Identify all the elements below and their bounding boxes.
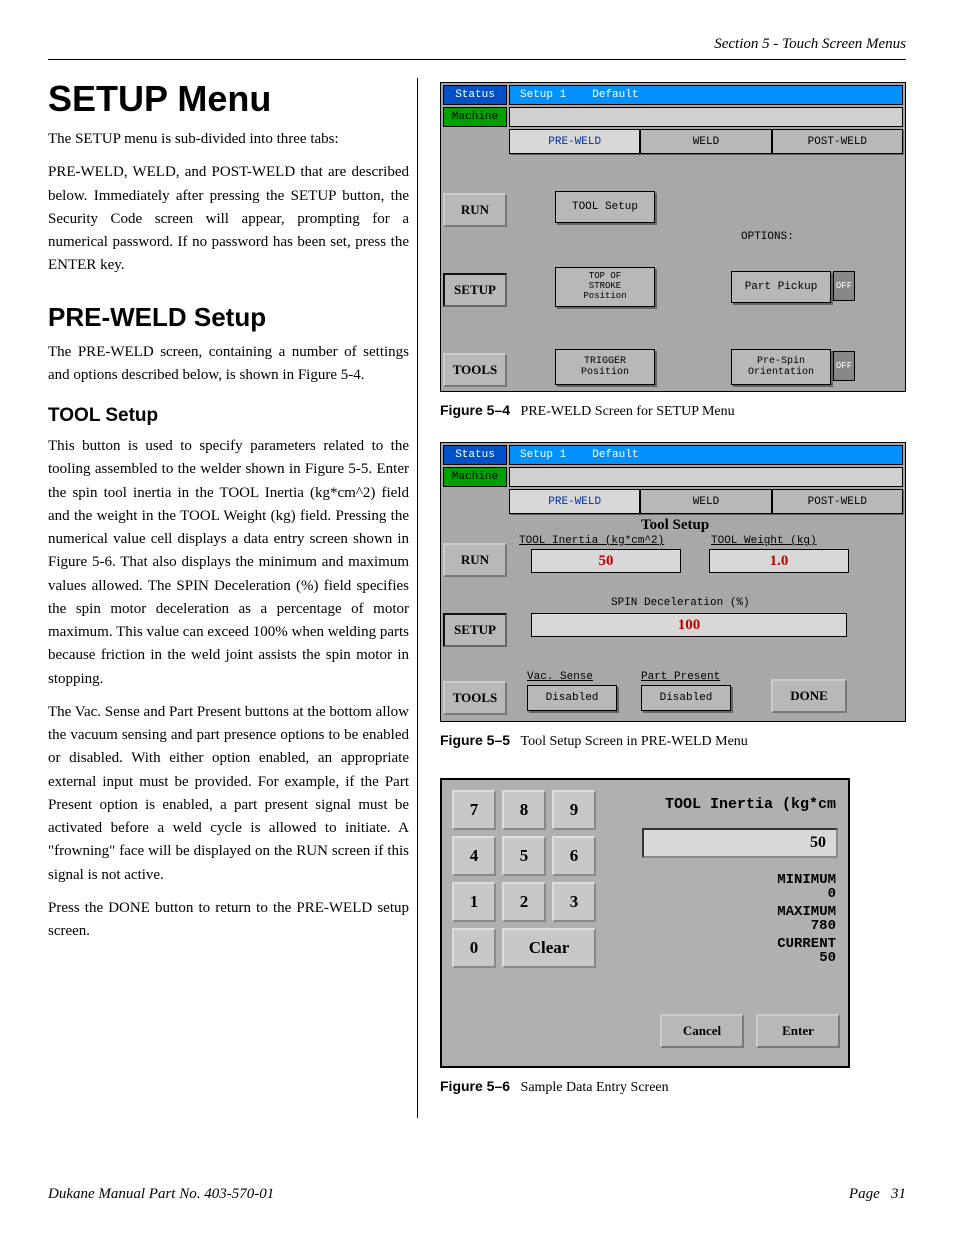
tab-row: PRE-WELD WELD POST-WELD — [509, 129, 903, 155]
tool-setup-title: Tool Setup — [641, 517, 709, 534]
title-setup-2: Setup 1 — [520, 449, 566, 461]
part-pickup-off: OFF — [833, 271, 855, 301]
inertia-value[interactable]: 50 — [531, 549, 681, 573]
part-pickup-button[interactable]: Part Pickup — [731, 271, 831, 303]
key-2[interactable]: 2 — [502, 882, 546, 922]
weight-label: TOOL Weight (kg) — [711, 535, 817, 547]
inertia-label: TOOL Inertia (kg*cm^2) — [519, 535, 664, 547]
setup-button[interactable]: SETUP — [443, 273, 507, 307]
entry-value[interactable]: 50 — [642, 828, 838, 858]
key-5[interactable]: 5 — [502, 836, 546, 876]
trigger-button[interactable]: TRIGGER Position — [555, 349, 655, 385]
machine-cell[interactable]: Machine — [443, 107, 507, 127]
footer-left: Dukane Manual Part No. 403-570-01 — [48, 1186, 274, 1203]
status-cell-2[interactable]: Status — [443, 445, 507, 465]
text-column: SETUP Menu The SETUP menu is sub-divided… — [48, 78, 418, 1118]
para-tabs: PRE-WELD, WELD, and POST-WELD that are d… — [48, 161, 409, 277]
para-intro: The SETUP menu is sub-divided into three… — [48, 128, 409, 151]
title-default: Default — [592, 89, 638, 101]
run-button[interactable]: RUN — [443, 193, 507, 227]
footer-page-number: 31 — [891, 1186, 906, 1202]
tab-weld[interactable]: WELD — [640, 129, 771, 154]
prespin-off: OFF — [833, 351, 855, 381]
tab-post-weld-2[interactable]: POST-WELD — [772, 489, 903, 514]
tab-pre-weld[interactable]: PRE-WELD — [509, 129, 640, 154]
h2-preweld: PRE-WELD Setup — [48, 302, 409, 333]
part-present-label: Part Present — [641, 671, 720, 683]
para-tool2: The Vac. Sense and Part Present buttons … — [48, 701, 409, 887]
minimum-value: 0 — [828, 886, 836, 902]
part-present-button[interactable]: Disabled — [641, 685, 731, 711]
key-9[interactable]: 9 — [552, 790, 596, 830]
key-0[interactable]: 0 — [452, 928, 496, 968]
para-tool3: Press the DONE button to return to the P… — [48, 897, 409, 944]
tab-pre-weld-2[interactable]: PRE-WELD — [509, 489, 640, 514]
key-4[interactable]: 4 — [452, 836, 496, 876]
vac-sense-button[interactable]: Disabled — [527, 685, 617, 711]
h3-tool-setup: TOOL Setup — [48, 405, 409, 427]
done-button[interactable]: DONE — [771, 679, 847, 713]
footer-page-label: Page — [849, 1186, 880, 1202]
setup-button-2[interactable]: SETUP — [443, 613, 507, 647]
figure-5-6-caption: Figure 5–6 Sample Data Entry Screen — [440, 1078, 906, 1096]
figure-5-4-screen: Status Machine Setup 1 Default PRE-WELD … — [440, 82, 906, 392]
figure-5-4-caption: Figure 5–4 PRE-WELD Screen for SETUP Men… — [440, 402, 906, 420]
options-label: OPTIONS: — [741, 231, 794, 243]
tab-post-weld[interactable]: POST-WELD — [772, 129, 903, 154]
h1-setup-menu: SETUP Menu — [48, 78, 409, 120]
cancel-button[interactable]: Cancel — [660, 1014, 744, 1048]
key-clear[interactable]: Clear — [502, 928, 596, 968]
para-preweld: The PRE-WELD screen, containing a number… — [48, 341, 409, 388]
prespin-button[interactable]: Pre-Spin Orientation — [731, 349, 831, 385]
title-bar: Setup 1 Default — [509, 85, 903, 105]
vac-sense-label: Vac. Sense — [527, 671, 593, 683]
key-3[interactable]: 3 — [552, 882, 596, 922]
figure-5-6-screen: 7 8 9 4 5 6 1 2 3 0 Clear TOOL Inertia (… — [440, 778, 850, 1068]
section-header: Section 5 - Touch Screen Menus — [48, 36, 906, 60]
toolbar-blank — [509, 107, 903, 127]
title-bar-2: Setup 1 Default — [509, 445, 903, 465]
run-button-2[interactable]: RUN — [443, 543, 507, 577]
weight-value[interactable]: 1.0 — [709, 549, 849, 573]
figure-5-5-screen: Status Machine Setup 1 Default PRE-WELD … — [440, 442, 906, 722]
key-8[interactable]: 8 — [502, 790, 546, 830]
key-7[interactable]: 7 — [452, 790, 496, 830]
title-default-2: Default — [592, 449, 638, 461]
field-label: TOOL Inertia (kg*cm — [665, 796, 836, 813]
tab-weld-2[interactable]: WELD — [640, 489, 771, 514]
maximum-value: 780 — [811, 918, 836, 934]
figure-5-5-caption: Figure 5–5 Tool Setup Screen in PRE-WELD… — [440, 732, 906, 750]
decel-label: SPIN Deceleration (%) — [611, 597, 750, 609]
para-tool1: This button is used to specify parameter… — [48, 435, 409, 691]
tools-button-2[interactable]: TOOLS — [443, 681, 507, 715]
tab-row-2: PRE-WELD WELD POST-WELD — [509, 489, 903, 515]
tools-button[interactable]: TOOLS — [443, 353, 507, 387]
top-stroke-button[interactable]: TOP OF STROKE Position — [555, 267, 655, 307]
current-value: 50 — [819, 950, 836, 966]
title-setup: Setup 1 — [520, 89, 566, 101]
decel-value[interactable]: 100 — [531, 613, 847, 637]
key-1[interactable]: 1 — [452, 882, 496, 922]
machine-cell-2[interactable]: Machine — [443, 467, 507, 487]
enter-button[interactable]: Enter — [756, 1014, 840, 1048]
page-footer: Dukane Manual Part No. 403-570-01 Page 3… — [48, 1186, 906, 1203]
key-6[interactable]: 6 — [552, 836, 596, 876]
toolbar-blank-2 — [509, 467, 903, 487]
tool-setup-button[interactable]: TOOL Setup — [555, 191, 655, 223]
status-cell[interactable]: Status — [443, 85, 507, 105]
